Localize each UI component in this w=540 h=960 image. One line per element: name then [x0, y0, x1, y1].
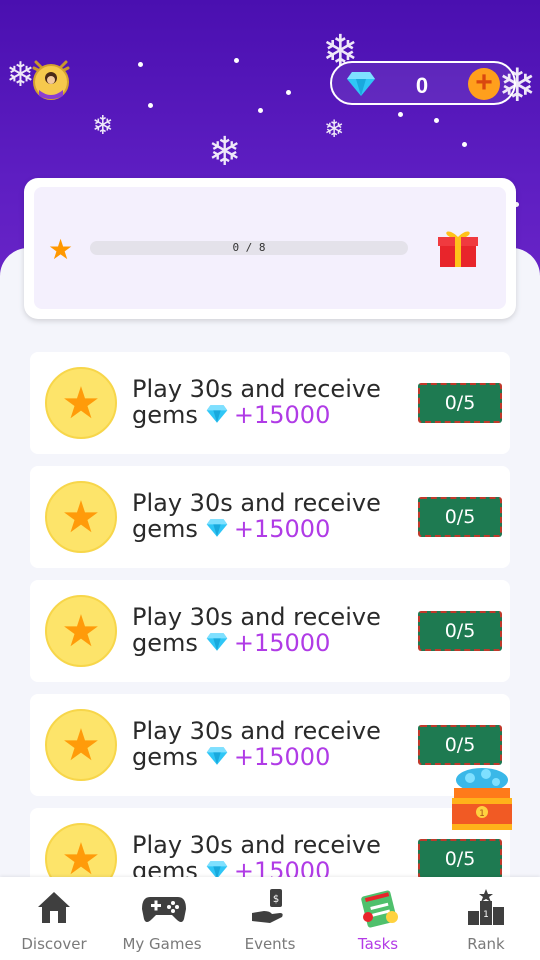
snow-dot — [148, 103, 153, 108]
task-row[interactable]: ★ Play 30s and receive gems +15000 0/5 — [30, 352, 510, 454]
task-reward: +15000 — [233, 743, 331, 771]
snow-dot — [258, 108, 263, 113]
snow-dot — [286, 90, 291, 95]
tasks-icon — [358, 887, 398, 928]
snow-dot — [234, 58, 239, 63]
podium-icon: 1 — [466, 887, 506, 927]
task-row[interactable]: ★ Play 30s and receive gems +15000 0/5 — [30, 580, 510, 682]
progress-bar: 0 / 8 — [90, 241, 408, 255]
gift-icon[interactable] — [436, 225, 480, 269]
star-icon: ★ — [61, 607, 101, 656]
nav-tasks[interactable]: Tasks — [324, 877, 432, 960]
star-coin-icon: ★ — [45, 481, 117, 553]
gem-icon — [206, 403, 228, 429]
task-progress-button[interactable]: 0/5 — [418, 497, 502, 537]
task-reward: +15000 — [233, 401, 331, 429]
nav-rank[interactable]: 1 Rank — [432, 877, 540, 960]
nav-label: Tasks — [357, 935, 399, 953]
task-description: Play 30s and receive gems +15000 — [132, 490, 422, 543]
svg-text:$: $ — [273, 894, 279, 905]
snowflake-icon: ❄ — [92, 110, 114, 140]
snowflake-icon: ❄ — [208, 130, 242, 174]
svg-text:1: 1 — [483, 910, 489, 920]
star-icon: ★ — [61, 721, 101, 770]
star-coin-icon: ★ — [45, 595, 117, 667]
task-subtitle: gems — [132, 629, 198, 657]
task-title: Play 30s and receive — [132, 717, 381, 745]
task-title: Play 30s and receive — [132, 489, 381, 517]
gem-icon — [206, 517, 228, 543]
avatar[interactable] — [30, 56, 72, 104]
task-description: Play 30s and receive gems +15000 — [132, 604, 422, 657]
snow-dot — [462, 142, 467, 147]
star-icon: ★ — [61, 493, 101, 542]
home-icon — [34, 887, 74, 927]
task-list: ★ Play 30s and receive gems +15000 0/5 ★ Play … — [30, 352, 510, 922]
nav-label: Events — [244, 935, 296, 953]
task-row[interactable]: ★ Play 30s and receive gems +15000 0/5 — [30, 466, 510, 568]
gem-count: 0 — [415, 73, 429, 98]
task-reward: +15000 — [233, 515, 331, 543]
task-subtitle: gems — [132, 515, 198, 543]
task-progress-button[interactable]: 0/5 — [418, 611, 502, 651]
task-reward: +15000 — [233, 629, 331, 657]
gem-icon — [206, 631, 228, 657]
task-row[interactable]: ★ Play 30s and receive gems +15000 0/5 — [30, 694, 510, 796]
snow-dot — [138, 62, 143, 67]
nav-label: Discover — [21, 935, 87, 953]
bottom-nav: Discover My Games $ Events Tasks 1 Rank — [0, 877, 540, 960]
star-coin-icon: ★ — [45, 367, 117, 439]
task-progress-button[interactable]: 0/5 — [418, 725, 502, 765]
progress-text: 0 / 8 — [232, 241, 266, 254]
gamepad-icon — [142, 887, 186, 927]
snowflake-icon: ❄ — [324, 116, 345, 143]
gem-icon — [346, 71, 376, 102]
progress-panel: ★ 0 / 8 — [34, 187, 506, 309]
nav-discover[interactable]: Discover — [0, 877, 108, 960]
task-subtitle: gems — [132, 743, 198, 771]
task-progress-button[interactable]: 0/5 — [418, 839, 502, 879]
svg-text:1: 1 — [479, 809, 485, 819]
nav-label: My Games — [122, 935, 202, 953]
nav-label: Rank — [467, 935, 505, 953]
star-icon: ★ — [48, 234, 74, 265]
task-description: Play 30s and receive gems +15000 — [132, 718, 422, 771]
progress-card: ★ 0 / 8 — [24, 178, 516, 319]
money-hand-icon: $ — [250, 887, 290, 927]
task-subtitle: gems — [132, 401, 198, 429]
star-icon: ★ — [61, 379, 101, 428]
nav-my-games[interactable]: My Games — [108, 877, 216, 960]
task-description: Play 30s and receive gems +15000 — [132, 376, 422, 429]
task-title: Play 30s and receive — [132, 375, 381, 403]
task-title: Play 30s and receive — [132, 603, 381, 631]
gem-balance[interactable]: 0 + — [330, 61, 516, 105]
nav-events[interactable]: $ Events — [216, 877, 324, 960]
task-title: Play 30s and receive — [132, 831, 381, 859]
task-progress-button[interactable]: 0/5 — [418, 383, 502, 423]
gem-icon — [206, 745, 228, 771]
snow-dot — [434, 118, 439, 123]
treasure-chest-icon[interactable]: 1 — [448, 760, 516, 836]
snow-dot — [398, 112, 403, 117]
star-coin-icon: ★ — [45, 709, 117, 781]
add-gems-button[interactable]: + — [468, 68, 500, 100]
